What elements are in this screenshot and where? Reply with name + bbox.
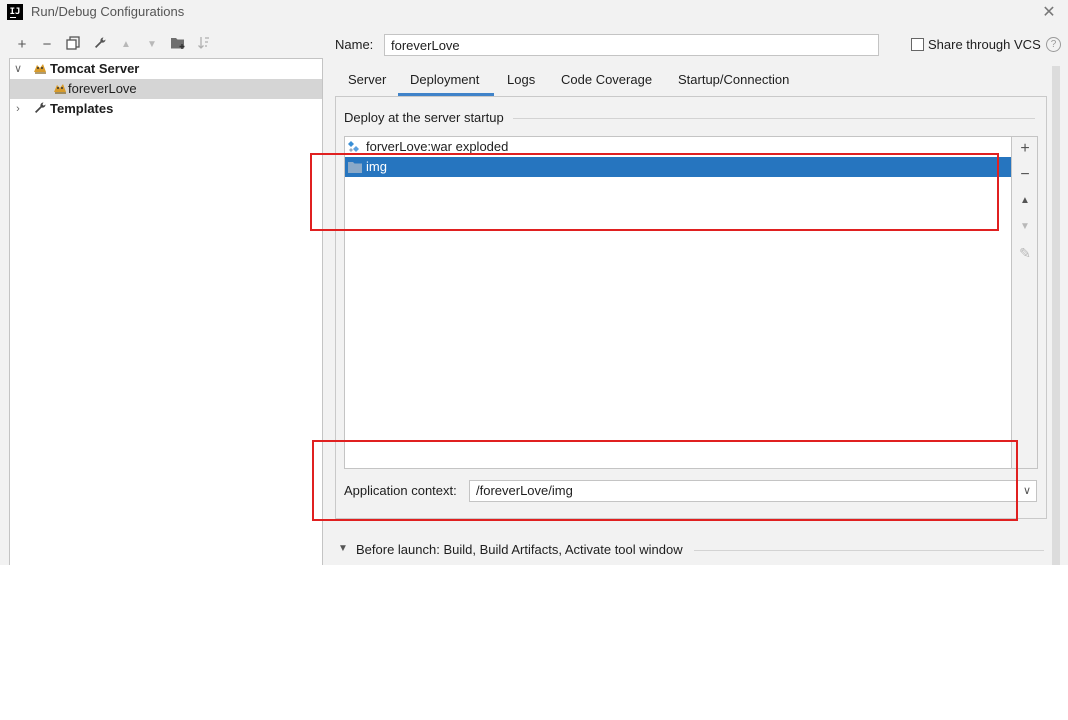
copy-configuration-button[interactable] (63, 36, 83, 54)
folder-add-icon (171, 38, 185, 49)
tab-deployment[interactable]: Deployment (398, 72, 494, 96)
tree-item-foreverlove[interactable]: foreverLove (10, 79, 322, 99)
tree-item-label: Tomcat Server (50, 61, 140, 76)
name-label: Name: (335, 37, 374, 52)
name-field[interactable] (384, 34, 879, 56)
edit-deploy-button[interactable]: ✎ (1014, 243, 1036, 263)
wrench-icon (95, 37, 106, 48)
title-bar: IJ Run/Debug Configurations ✕ (0, 0, 1068, 26)
add-configuration-button[interactable]: + (12, 36, 32, 54)
chevron-down-icon[interactable]: ∨ (12, 59, 24, 79)
sort-icon (198, 37, 209, 49)
deploy-list-toolbar (1012, 136, 1038, 469)
share-vcs-label[interactable]: Share through VCS (928, 37, 1041, 52)
tomcat-icon (52, 81, 68, 97)
copy-icon (66, 36, 80, 50)
chevron-right-icon[interactable]: › (12, 99, 24, 119)
move-down-button[interactable]: ▼ (142, 36, 162, 54)
move-up-button[interactable]: ▲ (116, 36, 136, 54)
tree-item-label: foreverLove (68, 81, 137, 96)
window-title: Run/Debug Configurations (31, 4, 185, 19)
collapse-arrow-icon[interactable]: ▼ (338, 543, 348, 554)
tab-logs[interactable]: Logs (507, 72, 535, 96)
close-icon[interactable]: ✕ (1040, 4, 1058, 22)
tab-code-coverage[interactable]: Code Coverage (561, 72, 652, 96)
new-folder-button[interactable] (168, 36, 188, 54)
tomcat-icon (32, 61, 48, 77)
chevron-down-icon[interactable]: ∨ (1018, 481, 1036, 501)
tab-server[interactable]: Server (348, 72, 386, 96)
add-deploy-button[interactable]: + (1014, 139, 1036, 159)
intellij-app-icon: IJ (7, 4, 23, 20)
annotation-box-application-context (312, 440, 1018, 521)
section-divider (513, 118, 1035, 119)
remove-configuration-button[interactable]: − (37, 36, 57, 54)
tree-item-tomcat-server[interactable]: ∨ Tomcat Server (10, 59, 322, 79)
section-divider (694, 550, 1044, 551)
configuration-tree: ∨ Tomcat Server foreverLove › Templates (9, 58, 323, 565)
tree-item-label: Templates (50, 101, 114, 116)
tab-startup-connection[interactable]: Startup/Connection (678, 72, 789, 96)
move-up-deploy-button[interactable]: ▲ (1014, 191, 1036, 211)
scrollbar[interactable] (1052, 66, 1060, 565)
deploy-section-title: Deploy at the server startup (344, 110, 504, 125)
edit-templates-button[interactable] (90, 36, 110, 54)
help-icon[interactable]: ? (1046, 37, 1061, 52)
sort-button[interactable] (194, 36, 214, 54)
run-debug-dialog: IJ Run/Debug Configurations ✕ + − ▲ ▼ ∨ … (0, 0, 1068, 565)
tree-item-templates[interactable]: › Templates (10, 99, 322, 119)
move-down-deploy-button[interactable]: ▼ (1014, 217, 1036, 237)
share-vcs-checkbox[interactable] (911, 38, 924, 51)
wrench-icon (32, 101, 48, 117)
before-launch-label[interactable]: Before launch: Build, Build Artifacts, A… (356, 542, 683, 557)
annotation-box-deploy-item (310, 153, 999, 231)
remove-deploy-button[interactable]: − (1014, 165, 1036, 185)
